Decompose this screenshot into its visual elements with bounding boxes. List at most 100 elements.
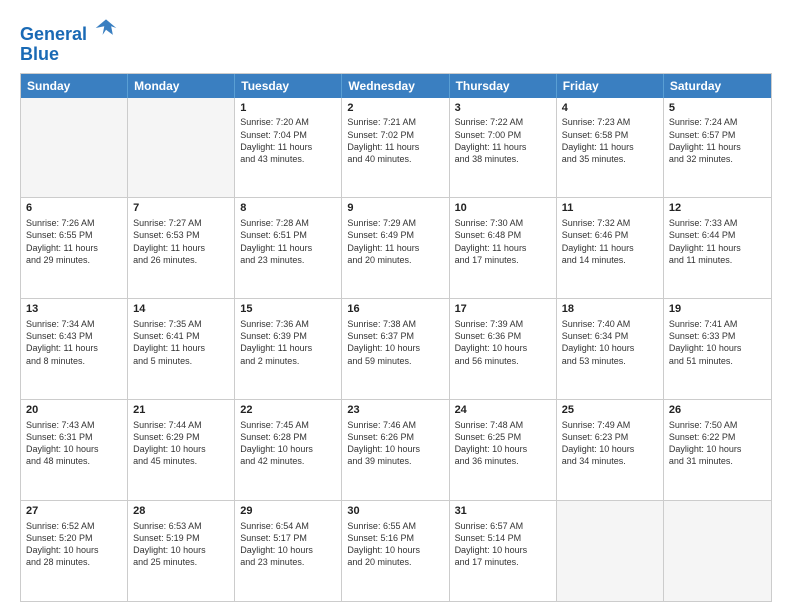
calendar-header: SundayMondayTuesdayWednesdayThursdayFrid… (21, 74, 771, 98)
calendar-cell (557, 501, 664, 601)
calendar-cell: 21Sunrise: 7:44 AMSunset: 6:29 PMDayligh… (128, 400, 235, 500)
calendar-cell: 18Sunrise: 7:40 AMSunset: 6:34 PMDayligh… (557, 299, 664, 399)
header-day-saturday: Saturday (664, 74, 771, 98)
calendar-cell: 17Sunrise: 7:39 AMSunset: 6:36 PMDayligh… (450, 299, 557, 399)
day-number: 12 (669, 201, 766, 216)
cell-details: Sunrise: 6:54 AMSunset: 5:17 PMDaylight:… (240, 520, 336, 569)
calendar-cell: 25Sunrise: 7:49 AMSunset: 6:23 PMDayligh… (557, 400, 664, 500)
header-day-friday: Friday (557, 74, 664, 98)
day-number: 30 (347, 504, 443, 519)
logo-bird-icon (94, 16, 118, 40)
calendar-cell: 1Sunrise: 7:20 AMSunset: 7:04 PMDaylight… (235, 98, 342, 198)
cell-details: Sunrise: 7:36 AMSunset: 6:39 PMDaylight:… (240, 318, 336, 367)
day-number: 11 (562, 201, 658, 216)
calendar-row-4: 27Sunrise: 6:52 AMSunset: 5:20 PMDayligh… (21, 500, 771, 601)
calendar-cell: 29Sunrise: 6:54 AMSunset: 5:17 PMDayligh… (235, 501, 342, 601)
day-number: 31 (455, 504, 551, 519)
cell-details: Sunrise: 7:22 AMSunset: 7:00 PMDaylight:… (455, 116, 551, 165)
day-number: 24 (455, 403, 551, 418)
cell-details: Sunrise: 7:26 AMSunset: 6:55 PMDaylight:… (26, 217, 122, 266)
calendar-cell: 28Sunrise: 6:53 AMSunset: 5:19 PMDayligh… (128, 501, 235, 601)
calendar-cell (128, 98, 235, 198)
calendar: SundayMondayTuesdayWednesdayThursdayFrid… (20, 73, 772, 602)
day-number: 17 (455, 302, 551, 317)
calendar-cell: 6Sunrise: 7:26 AMSunset: 6:55 PMDaylight… (21, 198, 128, 298)
calendar-cell: 7Sunrise: 7:27 AMSunset: 6:53 PMDaylight… (128, 198, 235, 298)
cell-details: Sunrise: 7:40 AMSunset: 6:34 PMDaylight:… (562, 318, 658, 367)
day-number: 7 (133, 201, 229, 216)
day-number: 14 (133, 302, 229, 317)
cell-details: Sunrise: 7:32 AMSunset: 6:46 PMDaylight:… (562, 217, 658, 266)
calendar-cell: 14Sunrise: 7:35 AMSunset: 6:41 PMDayligh… (128, 299, 235, 399)
calendar-cell: 13Sunrise: 7:34 AMSunset: 6:43 PMDayligh… (21, 299, 128, 399)
cell-details: Sunrise: 7:46 AMSunset: 6:26 PMDaylight:… (347, 419, 443, 468)
day-number: 10 (455, 201, 551, 216)
day-number: 8 (240, 201, 336, 216)
calendar-cell: 22Sunrise: 7:45 AMSunset: 6:28 PMDayligh… (235, 400, 342, 500)
calendar-cell: 12Sunrise: 7:33 AMSunset: 6:44 PMDayligh… (664, 198, 771, 298)
day-number: 28 (133, 504, 229, 519)
cell-details: Sunrise: 7:27 AMSunset: 6:53 PMDaylight:… (133, 217, 229, 266)
day-number: 22 (240, 403, 336, 418)
calendar-cell: 5Sunrise: 7:24 AMSunset: 6:57 PMDaylight… (664, 98, 771, 198)
calendar-cell: 30Sunrise: 6:55 AMSunset: 5:16 PMDayligh… (342, 501, 449, 601)
cell-details: Sunrise: 7:50 AMSunset: 6:22 PMDaylight:… (669, 419, 766, 468)
calendar-cell: 4Sunrise: 7:23 AMSunset: 6:58 PMDaylight… (557, 98, 664, 198)
cell-details: Sunrise: 7:44 AMSunset: 6:29 PMDaylight:… (133, 419, 229, 468)
calendar-cell: 27Sunrise: 6:52 AMSunset: 5:20 PMDayligh… (21, 501, 128, 601)
calendar-cell: 16Sunrise: 7:38 AMSunset: 6:37 PMDayligh… (342, 299, 449, 399)
header-day-wednesday: Wednesday (342, 74, 449, 98)
cell-details: Sunrise: 7:43 AMSunset: 6:31 PMDaylight:… (26, 419, 122, 468)
cell-details: Sunrise: 6:52 AMSunset: 5:20 PMDaylight:… (26, 520, 122, 569)
calendar-cell: 26Sunrise: 7:50 AMSunset: 6:22 PMDayligh… (664, 400, 771, 500)
cell-details: Sunrise: 6:57 AMSunset: 5:14 PMDaylight:… (455, 520, 551, 569)
cell-details: Sunrise: 7:29 AMSunset: 6:49 PMDaylight:… (347, 217, 443, 266)
calendar-row-3: 20Sunrise: 7:43 AMSunset: 6:31 PMDayligh… (21, 399, 771, 500)
day-number: 5 (669, 101, 766, 116)
cell-details: Sunrise: 7:38 AMSunset: 6:37 PMDaylight:… (347, 318, 443, 367)
day-number: 18 (562, 302, 658, 317)
calendar-cell: 2Sunrise: 7:21 AMSunset: 7:02 PMDaylight… (342, 98, 449, 198)
day-number: 29 (240, 504, 336, 519)
day-number: 13 (26, 302, 122, 317)
calendar-row-0: 1Sunrise: 7:20 AMSunset: 7:04 PMDaylight… (21, 98, 771, 198)
header-day-sunday: Sunday (21, 74, 128, 98)
cell-details: Sunrise: 6:53 AMSunset: 5:19 PMDaylight:… (133, 520, 229, 569)
cell-details: Sunrise: 7:30 AMSunset: 6:48 PMDaylight:… (455, 217, 551, 266)
day-number: 21 (133, 403, 229, 418)
logo-text: General (20, 16, 118, 45)
day-number: 20 (26, 403, 122, 418)
calendar-cell: 3Sunrise: 7:22 AMSunset: 7:00 PMDaylight… (450, 98, 557, 198)
calendar-cell: 24Sunrise: 7:48 AMSunset: 6:25 PMDayligh… (450, 400, 557, 500)
cell-details: Sunrise: 7:39 AMSunset: 6:36 PMDaylight:… (455, 318, 551, 367)
cell-details: Sunrise: 7:23 AMSunset: 6:58 PMDaylight:… (562, 116, 658, 165)
day-number: 26 (669, 403, 766, 418)
cell-details: Sunrise: 7:33 AMSunset: 6:44 PMDaylight:… (669, 217, 766, 266)
cell-details: Sunrise: 7:41 AMSunset: 6:33 PMDaylight:… (669, 318, 766, 367)
cell-details: Sunrise: 7:49 AMSunset: 6:23 PMDaylight:… (562, 419, 658, 468)
header-day-monday: Monday (128, 74, 235, 98)
calendar-cell: 19Sunrise: 7:41 AMSunset: 6:33 PMDayligh… (664, 299, 771, 399)
day-number: 15 (240, 302, 336, 317)
cell-details: Sunrise: 7:48 AMSunset: 6:25 PMDaylight:… (455, 419, 551, 468)
day-number: 6 (26, 201, 122, 216)
calendar-cell: 8Sunrise: 7:28 AMSunset: 6:51 PMDaylight… (235, 198, 342, 298)
cell-details: Sunrise: 7:24 AMSunset: 6:57 PMDaylight:… (669, 116, 766, 165)
calendar-cell: 9Sunrise: 7:29 AMSunset: 6:49 PMDaylight… (342, 198, 449, 298)
page: General Blue SundayMondayTuesdayWednesda… (0, 0, 792, 612)
day-number: 19 (669, 302, 766, 317)
logo-blue: Blue (20, 45, 118, 65)
day-number: 9 (347, 201, 443, 216)
calendar-cell (21, 98, 128, 198)
header: General Blue (20, 16, 772, 65)
cell-details: Sunrise: 7:35 AMSunset: 6:41 PMDaylight:… (133, 318, 229, 367)
cell-details: Sunrise: 7:21 AMSunset: 7:02 PMDaylight:… (347, 116, 443, 165)
calendar-cell: 20Sunrise: 7:43 AMSunset: 6:31 PMDayligh… (21, 400, 128, 500)
cell-details: Sunrise: 7:20 AMSunset: 7:04 PMDaylight:… (240, 116, 336, 165)
cell-details: Sunrise: 7:45 AMSunset: 6:28 PMDaylight:… (240, 419, 336, 468)
day-number: 4 (562, 101, 658, 116)
day-number: 27 (26, 504, 122, 519)
calendar-row-1: 6Sunrise: 7:26 AMSunset: 6:55 PMDaylight… (21, 197, 771, 298)
day-number: 25 (562, 403, 658, 418)
cell-details: Sunrise: 6:55 AMSunset: 5:16 PMDaylight:… (347, 520, 443, 569)
